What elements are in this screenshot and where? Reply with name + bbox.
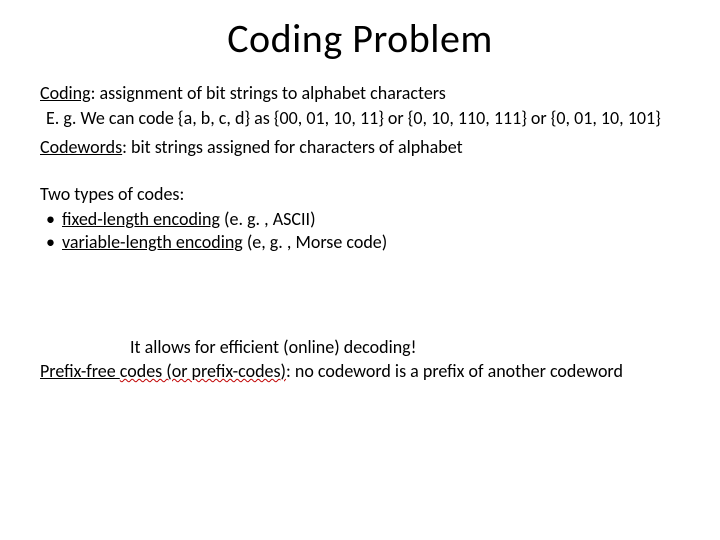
- callout-decoding: It allows for efficient (online) decodin…: [130, 336, 417, 358]
- definition-codewords-text: : bit strings assigned for characters of…: [122, 136, 462, 158]
- bullet-fixed-rest: (e. g. , ASCII): [220, 208, 316, 230]
- types-heading: Two types of codes:: [40, 183, 680, 206]
- definition-coding-text: : assignment of bit strings to alphabet …: [91, 82, 446, 104]
- slide-title: Coding Problem: [0, 14, 720, 63]
- term-coding: Coding: [40, 82, 91, 104]
- definition-prefix-free: Prefix-free codes (or prefix-codes): no …: [40, 360, 680, 382]
- definition-prefix-free-text: : no codeword is a prefix of another cod…: [286, 360, 623, 382]
- term-codewords: Codewords: [40, 136, 122, 158]
- term-variable-length: variable-length encoding: [62, 231, 243, 253]
- bullet-variable: variable-length encoding (e, g. , Morse …: [62, 231, 680, 254]
- bullet-fixed: fixed-length encoding (e. g. , ASCII): [62, 208, 680, 231]
- term-prefix-free-a: Prefix-free: [40, 360, 120, 382]
- bullet-variable-rest: (e, g. , Morse code): [243, 231, 387, 253]
- term-prefix-free-b: codes (or prefix-codes): [120, 360, 286, 382]
- slide: Coding Problem Coding: assignment of bit…: [0, 0, 720, 540]
- example-line: E. g. We can code {a, b, c, d} as {00, 0…: [40, 107, 680, 130]
- slide-body: Coding: assignment of bit strings to alp…: [40, 82, 680, 254]
- term-fixed-length: fixed-length encoding: [62, 208, 220, 230]
- definition-codewords: Codewords: bit strings assigned for char…: [40, 136, 680, 159]
- types-list: fixed-length encoding (e. g. , ASCII) va…: [40, 208, 680, 254]
- definition-coding: Coding: assignment of bit strings to alp…: [40, 82, 680, 105]
